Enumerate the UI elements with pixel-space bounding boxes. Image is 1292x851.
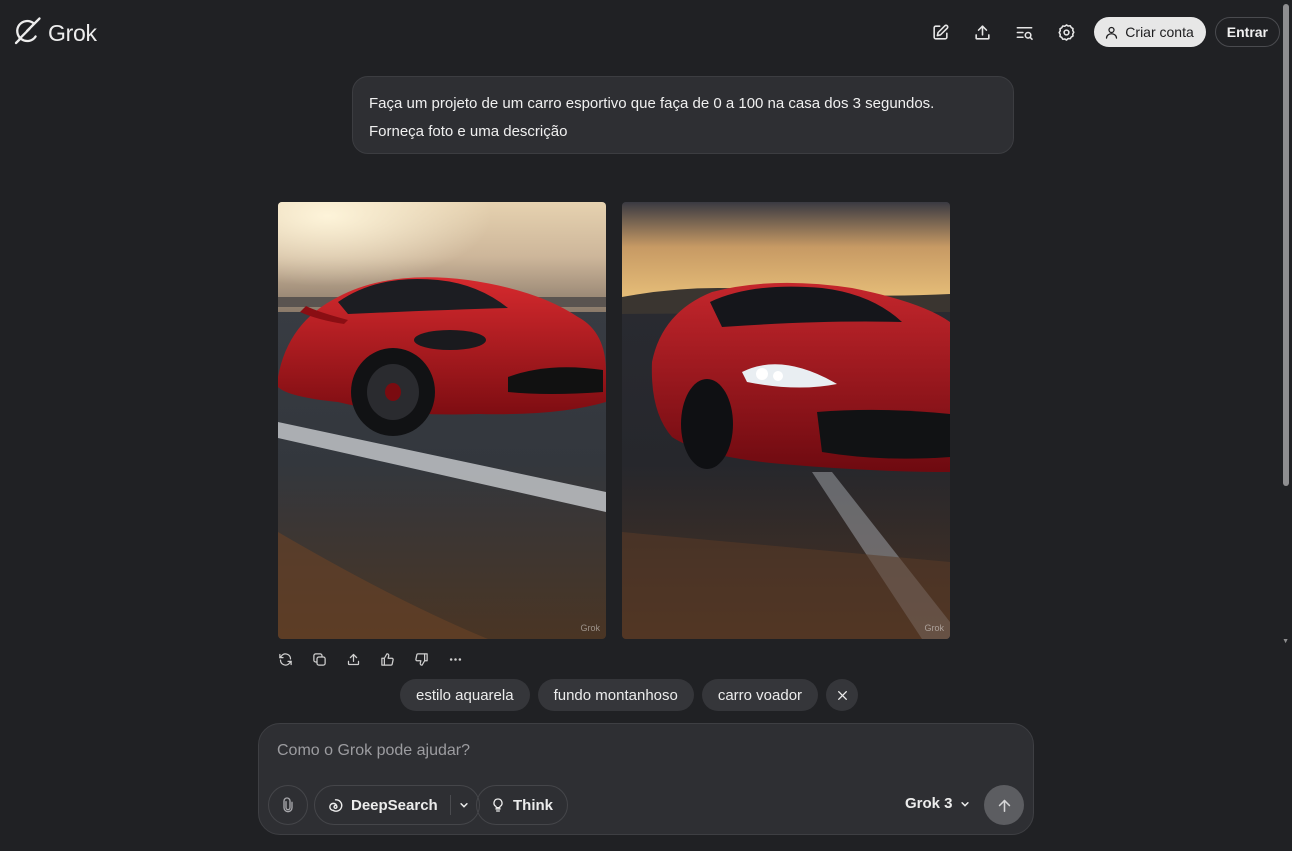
settings-icon [1058, 23, 1075, 41]
suggestion-chip[interactable]: carro voador [701, 679, 819, 711]
more-icon [449, 657, 462, 661]
scroll-down-arrow-icon[interactable]: ▼ [1282, 638, 1289, 645]
scrollbar-thumb[interactable] [1283, 4, 1289, 486]
composer: DeepSearch Think Grok 3 [258, 723, 1034, 835]
user-message-line: Forneça foto e uma descrição [369, 123, 568, 140]
new-chat-button[interactable] [923, 17, 957, 47]
paperclip-icon [283, 797, 293, 813]
think-label: Think [513, 796, 553, 814]
deepsearch-icon [329, 798, 343, 812]
attach-button[interactable] [268, 785, 308, 825]
deepsearch-toggle[interactable]: DeepSearch [315, 786, 450, 824]
history-button[interactable] [1007, 17, 1041, 47]
close-icon [837, 690, 847, 700]
more-options-button[interactable] [446, 649, 480, 669]
thumbs-up-button[interactable] [378, 649, 412, 669]
regenerate-icon [279, 652, 292, 666]
user-icon [1106, 26, 1118, 39]
login-button[interactable]: Entrar [1214, 17, 1280, 47]
create-account-label: Criar conta [1125, 24, 1194, 40]
settings-button[interactable] [1049, 17, 1083, 47]
deepsearch-label: DeepSearch [351, 796, 438, 814]
create-account-button[interactable]: Criar conta [1094, 17, 1206, 47]
grok-logo-icon [12, 16, 42, 51]
share-icon [347, 653, 360, 665]
chevron-down-icon [960, 801, 969, 807]
share-button[interactable] [965, 17, 999, 47]
model-label: Grok 3 [905, 795, 953, 812]
share-icon [975, 24, 990, 40]
generated-image[interactable]: Grok [278, 202, 606, 639]
logo-text: Grok [48, 20, 97, 46]
history-search-icon [1016, 26, 1033, 40]
thumbs-down-button[interactable] [412, 649, 446, 669]
deepsearch-button[interactable]: DeepSearch [314, 785, 480, 825]
send-button[interactable] [984, 785, 1024, 825]
user-message-line: Faça um projeto de um carro esportivo qu… [369, 95, 935, 112]
suggestion-chips: estilo aquarela fundo montanhoso carro v… [400, 679, 859, 711]
copy-button[interactable] [310, 649, 344, 669]
dismiss-suggestions-button[interactable] [826, 679, 859, 711]
new-chat-icon [933, 24, 949, 40]
chevron-down-icon [460, 803, 468, 808]
login-label: Entrar [1226, 24, 1268, 40]
grok-watermark: Grok [580, 623, 600, 633]
suggestion-chip[interactable]: fundo montanhoso [537, 679, 694, 711]
header-actions: Criar conta Entrar [915, 17, 1280, 47]
model-selector[interactable]: Grok 3 [905, 795, 970, 812]
think-button[interactable]: Think [476, 785, 568, 825]
arrow-up-icon [998, 799, 1010, 812]
thumbs-down-icon [415, 652, 428, 666]
deepsearch-dropdown[interactable] [451, 800, 479, 810]
lightbulb-icon [493, 798, 503, 812]
regenerate-button[interactable] [276, 649, 310, 669]
response-actions [276, 649, 480, 669]
prompt-input[interactable] [277, 742, 877, 760]
user-message: Faça um projeto de um carro esportivo qu… [352, 76, 1014, 154]
grok-watermark: Grok [924, 623, 944, 633]
share-response-button[interactable] [344, 649, 378, 669]
grok-logo[interactable]: Grok [12, 16, 97, 51]
suggestion-chip[interactable]: estilo aquarela [400, 679, 530, 711]
generated-image[interactable]: Grok [622, 202, 950, 639]
copy-icon [313, 652, 326, 666]
thumbs-up-icon [381, 652, 394, 666]
scrollbar[interactable]: ▼ [1280, 0, 1292, 851]
